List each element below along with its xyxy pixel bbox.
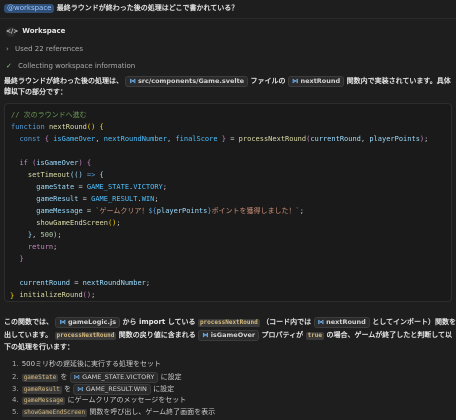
isgameover-reference[interactable]: ⋈ isGameOver bbox=[198, 330, 260, 341]
intro-line-2: は以下の部分です： bbox=[4, 88, 67, 96]
gamelogic-file-reference[interactable]: ⋈ gameLogic.js bbox=[55, 317, 121, 328]
divider bbox=[0, 18, 456, 19]
game-result-reference[interactable]: ⋈ GAME_RESULT.WIN bbox=[73, 384, 151, 395]
list-item: 2. gameState を ⋈ GAME_STATE.VICTORY に設定 bbox=[12, 372, 182, 383]
question-text: 最終ラウンドが終わった後の処理はどこで書かれている？ bbox=[56, 4, 239, 12]
file-icon: ⋈ bbox=[129, 77, 136, 85]
symbol-icon: ⋈ bbox=[202, 331, 209, 339]
workspace-mention[interactable]: @workspace bbox=[4, 4, 55, 14]
file-icon: ⋈ bbox=[59, 318, 66, 326]
code-line: gameMessage = `ゲームクリア！${playerPoints}ポイン… bbox=[36, 207, 304, 215]
explain-line-1: この関数では、 ⋈ gameLogic.js から import している pro… bbox=[4, 317, 456, 328]
intro-text-1: 最終ラウンドが終わった後の処理は、 bbox=[4, 77, 123, 85]
nextround-reference[interactable]: ⋈ nextRound bbox=[313, 317, 370, 328]
code-line: gameResult = GAME_RESULT.WIN; bbox=[36, 195, 159, 203]
list-item: 5. showGameEndScreen 関数を呼び出し、ゲーム終了画面を表示 bbox=[12, 408, 216, 418]
symbol-icon: ⋈ bbox=[73, 373, 81, 381]
code-line: } bbox=[19, 255, 24, 263]
explain-line-2: 出しています。 processNextRound 関数の戻り値に含まれる ⋈ is… bbox=[4, 330, 453, 341]
list-item: 4. gameMessage にゲームクリアのメッセージをセット bbox=[12, 396, 187, 406]
assistant-name: Workspace bbox=[22, 27, 66, 35]
code-line: initializeRound(); bbox=[19, 291, 96, 299]
function-reference[interactable]: ⋈ nextRound bbox=[287, 76, 345, 87]
assistant-header: </> Workspace bbox=[6, 27, 65, 37]
code-closing-brace: } bbox=[10, 292, 15, 300]
file-reference-label: src/components/Game.svelte bbox=[137, 77, 245, 85]
code-line: return; bbox=[27, 243, 58, 251]
code-line: gameState = GAME_STATE.VICTORY; bbox=[36, 183, 167, 191]
workspace-icon: </> bbox=[6, 27, 19, 37]
list-item: 3. gameResult を ⋈ GAME_RESULT.WIN に設定 bbox=[12, 384, 175, 395]
chevron-right-icon: › bbox=[6, 45, 9, 53]
symbol-icon: ⋈ bbox=[77, 385, 84, 393]
list-item: 1. 500ミリ秒の遅延後に実行する処理をセット bbox=[12, 360, 162, 368]
code-line: // 次のラウンドへ進む bbox=[11, 111, 87, 119]
code-line: function nextRound() { bbox=[11, 123, 104, 131]
status-label: Collecting workspace information bbox=[18, 62, 136, 70]
intro-line-1: 最終ラウンドが終わった後の処理は、 ⋈ src/components/Game.s… bbox=[4, 76, 452, 96]
check-icon: ✓ bbox=[6, 62, 12, 70]
code-block[interactable]: // 次のラウンドへ進む function nextRound() { cons… bbox=[4, 103, 452, 302]
file-reference[interactable]: ⋈ src/components/Game.svelte bbox=[125, 76, 249, 87]
code-line: currentRound = nextRoundNumber; bbox=[19, 279, 151, 287]
inline-code: processNextRound bbox=[197, 319, 260, 328]
inline-code: true bbox=[305, 332, 325, 341]
code-line: setTimeout(() => { bbox=[27, 171, 104, 179]
status-line: ✓ Collecting workspace information bbox=[6, 62, 135, 71]
intro-text-2: ファイルの bbox=[250, 77, 286, 85]
references-label: Used 22 references bbox=[15, 45, 83, 53]
inline-code: processNextRound bbox=[54, 332, 117, 341]
user-question: @workspace 最終ラウンドが終わった後の処理はどこで書かれている？ bbox=[4, 4, 239, 14]
symbol-icon: ⋈ bbox=[291, 77, 299, 85]
code-line: if (isGameOver) { bbox=[19, 159, 92, 167]
code-line: const { isGameOver, nextRoundNumber, fin… bbox=[19, 135, 429, 143]
game-state-reference[interactable]: ⋈ GAME_STATE.VICTORY bbox=[69, 372, 159, 383]
symbol-icon: ⋈ bbox=[317, 318, 325, 326]
code-line: }, 500); bbox=[27, 231, 62, 239]
references-toggle[interactable]: › Used 22 references bbox=[6, 45, 83, 54]
function-reference-label: nextRound bbox=[300, 77, 341, 85]
explain-line-3: 下の処理を行います： bbox=[4, 343, 74, 351]
code-line: showGameEndScreen(); bbox=[36, 219, 121, 227]
